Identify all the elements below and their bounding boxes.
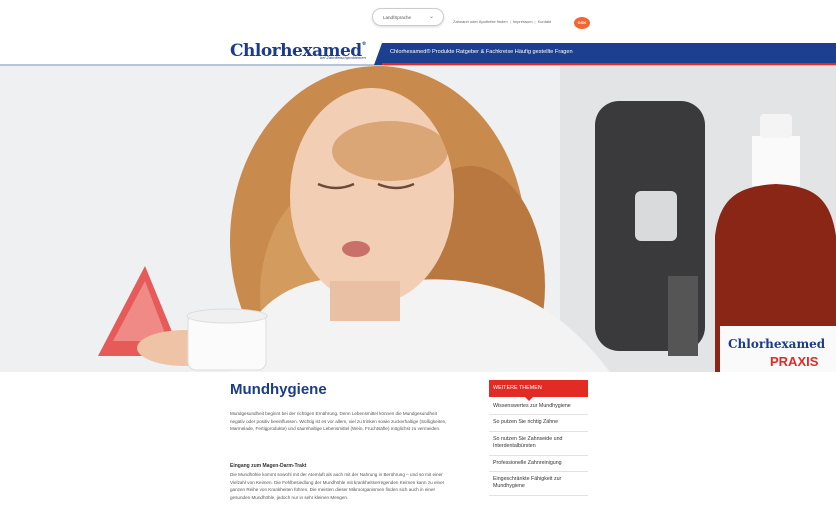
utility-links: Zahnarzt oder Apotheke finden | Impressum |… [453,19,552,24]
section-heading: Eingang zum Magen-Darm-Trakt [230,463,307,469]
gsk-logo[interactable]: GSK [574,17,590,29]
nav-item-advice[interactable]: Ratgeber & Fachkreise [456,49,513,55]
bottle-brand-text: Chlorhexamed [728,337,826,351]
language-selector-label: Land/Sprache [383,15,412,20]
brand-tagline: bei Zahnfleischproblemen [320,55,366,60]
sidebar-item-zahnreinigung[interactable]: Professionelle Zahnreinigung [489,456,588,473]
sidebar-item-wissenswertes[interactable]: Wissenswertes zur Mundhygiene [489,397,588,416]
bottle-product-text: PRAXIS [770,354,819,369]
link-imprint[interactable]: Impressum [513,19,533,24]
sidebar-item-zahnseide[interactable]: So nutzen Sie Zahnseide und Interdentalb… [489,432,588,456]
link-find-dentist[interactable]: Zahnarzt oder Apotheke finden [453,19,508,24]
language-selector[interactable]: Land/Sprache ⌄ [372,8,444,26]
sidebar-item-eingeschraenkt[interactable]: Eingeschränkte Fähigkeit zur Mundhygiene [489,472,588,496]
sidebar-heading: WEITERE THEMEN [489,380,588,401]
main-navigation: Chlorhexamed® Produkte Ratgeber & Fachkr… [374,43,836,65]
sidebar-item-zaehne-putzen[interactable]: So putzen Sie richtig Zähne [489,415,588,432]
hero-image: Chlorhexamed PRAXIS [0,66,836,372]
brand-trademark: ® [361,41,367,47]
related-topics-sidebar: WEITERE THEMEN Wissenswertes zur Mundhyg… [489,380,588,496]
nav-item-products[interactable]: Chlorhexamed® Produkte [390,49,454,55]
body-paragraph: Die Mundhöhle kommt sowohl mit der Ateml… [230,472,445,500]
utility-bar: Land/Sprache ⌄ Zahnarzt oder Apotheke fi… [0,0,836,38]
page-title: Mundhygiene [230,381,327,398]
chevron-down-icon: ⌄ [428,14,434,20]
chair-image [595,101,705,356]
nav-item-faq[interactable]: Häufig gestellte Fragen [515,49,573,55]
link-contact[interactable]: Kontakt [538,19,552,24]
intro-paragraph: Mundgesundheit beginnt bei der richtigen… [230,411,447,432]
